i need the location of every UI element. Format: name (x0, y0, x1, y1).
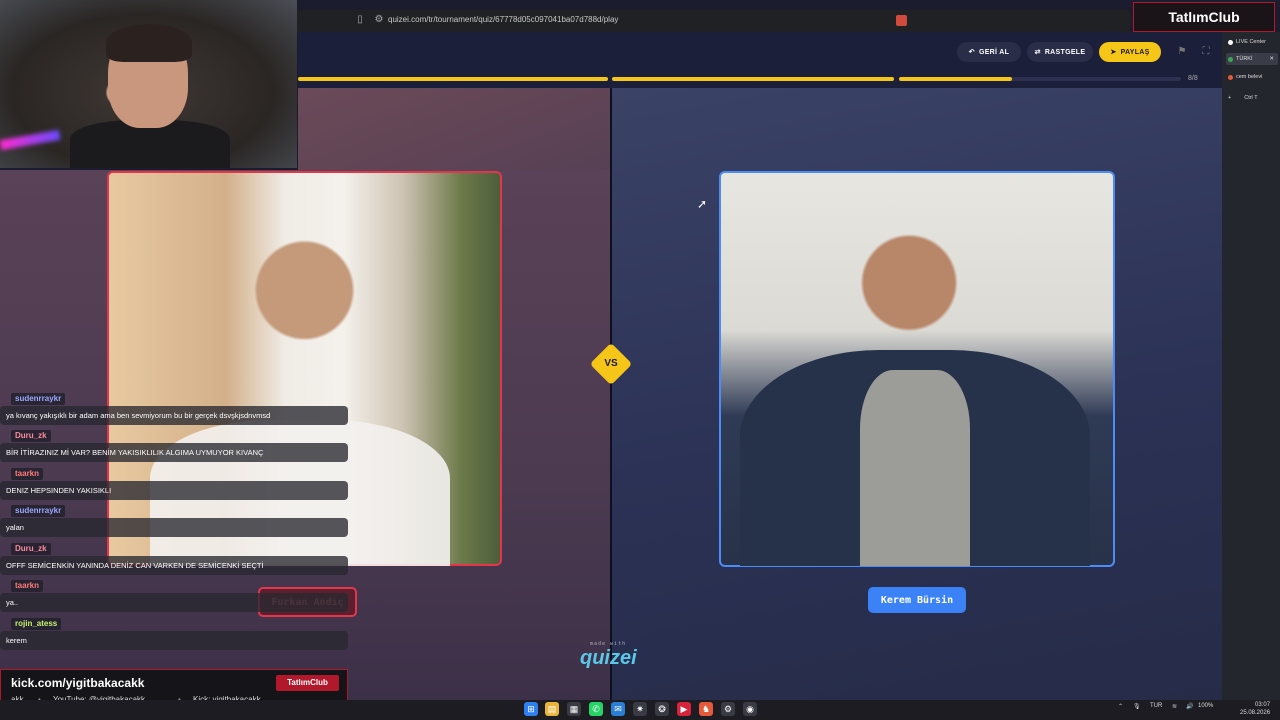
chat-text: BİR İTİRAZINIZ Mİ VAR? BENİM YAKISIKLILI… (0, 443, 348, 462)
progress-segment-2 (612, 77, 894, 81)
chat-username: taarkn (11, 468, 44, 480)
stage-divider (610, 88, 612, 700)
kick-url: kick.com/yigitbakacakk (11, 676, 145, 690)
microphone-icon[interactable]: 🎙 (1133, 703, 1141, 710)
volume-icon[interactable]: 🔊 (1186, 703, 1193, 710)
tray-chevron-icon[interactable]: ⌃ (1118, 703, 1123, 710)
start-icon[interactable]: ⊞ (524, 702, 538, 716)
battery-indicator[interactable]: 100% (1198, 703, 1213, 709)
side-item-label: cem belevi (1236, 74, 1263, 80)
close-icon[interactable]: ✕ (1269, 56, 1274, 62)
club-badge: TatlımClub (276, 675, 339, 691)
undo-icon: ↶ (968, 49, 975, 56)
progress-fill-1 (298, 77, 608, 81)
share-button[interactable]: ➤ PAYLAŞ (1099, 42, 1161, 62)
app-icon[interactable]: ⚙ (721, 702, 735, 716)
quizei-logo: quizei (580, 647, 637, 669)
chat-username: sudenrraykr (11, 505, 66, 517)
plus-icon: + (1228, 95, 1232, 101)
mail-icon[interactable]: ✉ (611, 702, 625, 716)
right-choice-button[interactable]: Kerem Bürsin (868, 587, 966, 613)
side-item-cem[interactable]: cem belevi (1226, 71, 1278, 83)
random-button[interactable]: ⇄ RASTGELE (1027, 42, 1093, 62)
live-icon (1228, 39, 1233, 45)
new-tab-button[interactable]: + Ctrl T (1226, 92, 1278, 104)
obs-icon[interactable]: ◉ (743, 702, 757, 716)
language-indicator[interactable]: TUR (1150, 703, 1162, 709)
chat-username: sudenrraykr (11, 393, 66, 405)
chat-username: Duru_zk (11, 430, 51, 442)
extension-icon[interactable] (896, 15, 907, 26)
progress-fill-3 (899, 77, 1012, 81)
flag-icon[interactable]: ⚑ (1176, 46, 1188, 58)
round-counter: 8/8 (1188, 75, 1198, 82)
progress-fill-2 (612, 77, 894, 81)
share-label: PAYLAŞ (1120, 48, 1150, 56)
file-explorer-icon[interactable]: ▤ (545, 702, 559, 716)
chat-text: yalan (0, 518, 348, 537)
mouse-cursor-icon: ➚ (697, 197, 708, 211)
chat-text: DENIZ HEPSINDEN YAKISIKLI (0, 481, 348, 500)
site-info-icon[interactable]: ⚙ (373, 14, 385, 26)
whatsapp-icon[interactable]: ✆ (589, 702, 603, 716)
clock-date: 25.08.2026 (1240, 710, 1271, 716)
brave-icon[interactable]: ♞ (699, 702, 713, 716)
side-item-label: LIVE Center (1236, 39, 1266, 45)
clock-time: 03:07 (1255, 702, 1271, 708)
fullscreen-icon[interactable]: ⛶ (1200, 46, 1212, 58)
new-tab-shortcut: Ctrl T (1244, 95, 1258, 101)
send-icon: ➤ (1110, 49, 1117, 56)
url-field[interactable]: quizei.com/tr/tournament/quiz/67778d05c0… (388, 15, 618, 24)
progress-segment-1 (298, 77, 608, 81)
vs-label: VS (604, 358, 618, 369)
chat-username: rojin_atess (11, 618, 62, 630)
side-item-live-center[interactable]: LIVE Center (1226, 36, 1278, 48)
bookmark-icon[interactable]: ▯ (354, 14, 366, 26)
chat-username: taarkn (11, 580, 44, 592)
chat-text: ya.. (0, 593, 348, 612)
media-icon[interactable]: ▶ (677, 702, 691, 716)
progress-segment-3 (899, 77, 1181, 81)
side-item-turkish[interactable]: TÜRKİ ✕ (1226, 53, 1278, 65)
calendar-icon[interactable]: ▦ (567, 702, 581, 716)
settings-icon[interactable]: ✷ (633, 702, 647, 716)
top-club-badge: TatlımClub (1133, 2, 1275, 32)
undo-label: GERİ AL (978, 48, 1010, 56)
chatgpt-icon[interactable]: ❂ (655, 702, 669, 716)
side-panel (1222, 32, 1280, 700)
tab-favicon-icon (1228, 74, 1233, 80)
right-photo-tshirt (860, 370, 970, 566)
webcam-person-hair (106, 24, 192, 62)
undo-button[interactable]: ↶ GERİ AL (957, 42, 1021, 62)
wifi-icon[interactable]: ≋ (1172, 703, 1177, 710)
chat-username: Duru_zk (11, 543, 51, 555)
shuffle-icon: ⇄ (1034, 49, 1041, 56)
side-item-label: TÜRKİ (1236, 56, 1253, 62)
chat-text: OFFF SEMİCENKİN YANINDA DENİZ CAN VARKEN… (0, 556, 348, 575)
chat-text: ya kıvanç yakışıklı bir adam ama ben sev… (0, 406, 348, 425)
chat-text: kerem (0, 631, 348, 650)
tab-favicon-icon (1228, 56, 1233, 62)
random-label: RASTGELE (1044, 48, 1086, 56)
clock[interactable]: 03:07 25.08.2026 (1240, 701, 1270, 717)
